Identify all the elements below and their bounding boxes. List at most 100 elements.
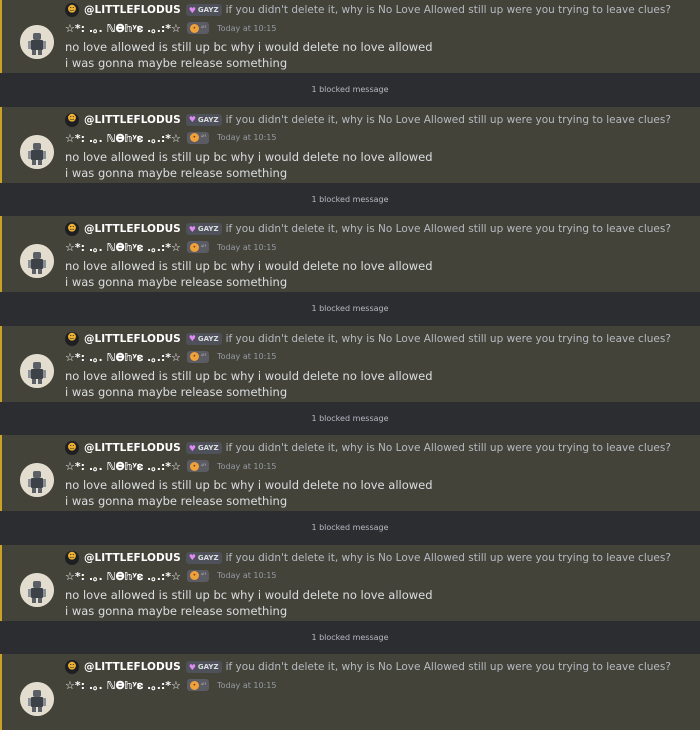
timestamp: Today at 10:15 [217, 461, 277, 471]
clan-tag-text: GAYZ [197, 553, 219, 562]
clan-tag-text: GAYZ [197, 115, 219, 124]
username[interactable]: ☆*: .｡. ℕ𝚯𝕙ʸ𝛆 .｡.:*☆ [65, 677, 181, 693]
reply-username[interactable]: @LITTLEFLODUS [84, 114, 181, 126]
username[interactable]: ☆*: .｡. ℕ𝚯𝕙ʸ𝛆 .｡.:*☆ [65, 568, 181, 584]
avatar[interactable] [20, 134, 54, 169]
message-row[interactable]: ☻ @LITTLEFLODUS ♥ GAYZ if you didn't delete … [0, 216, 700, 292]
user-badge[interactable]: • ꜜꜝꜝ [186, 679, 210, 691]
avatar[interactable] [20, 572, 54, 607]
message-text-line: i was gonna maybe release something [65, 56, 288, 70]
message-text-line: i was gonna maybe release something [65, 165, 288, 180]
reply-text[interactable]: if you didn't delete it, why is No Love … [226, 333, 671, 345]
face-icon: • [189, 23, 199, 33]
heart-icon: ♥ [188, 662, 196, 672]
reply-text[interactable]: if you didn't delete it, why is No Love … [226, 114, 671, 126]
figure-avatar-icon [20, 463, 54, 497]
badge-text: ꜜꜝꜝ [200, 353, 207, 360]
message-text-line: i was gonna maybe release something [65, 603, 288, 618]
clan-tag: ♥ GAYZ [185, 332, 222, 345]
clan-tag: ♥ GAYZ [185, 4, 222, 16]
message-header: ☆*: .｡. ℕ𝚯𝕙ʸ𝛆 .｡.:*☆ • ꜜꜝꜝ Today at 10:15 [65, 238, 276, 256]
heart-icon: ♥ [188, 553, 196, 562]
reply-username[interactable]: @LITTLEFLODUS [84, 552, 181, 564]
reply-text[interactable]: if you didn't delete it, why is No Love … [226, 552, 671, 564]
message-row[interactable]: ☻ @LITTLEFLODUS ♥ GAYZ if you didn't delete … [0, 435, 700, 511]
reply-preview[interactable]: ☻ @LITTLEFLODUS ♥ GAYZ if you didn't delete … [65, 439, 671, 457]
face-icon: • [189, 571, 199, 580]
message-row[interactable]: ☻ @LITTLEFLODUS ♥ GAYZ if you didn't delete … [0, 325, 700, 402]
badge-text: ꜜꜝꜝ [200, 24, 207, 32]
avatar[interactable] [20, 682, 54, 716]
timestamp: Today at 10:15 [217, 133, 277, 142]
message-row[interactable]: ☻ @LITTLEFLODUS ♥ GAYZ if you didn't delete … [0, 0, 700, 73]
blocked-message-notice[interactable]: 1 blocked message [0, 401, 700, 435]
reply-text[interactable]: if you didn't delete it, why is No Love … [226, 223, 671, 235]
message-text-line: no love allowed is still up bc why i wou… [65, 587, 433, 602]
reply-text[interactable]: if you didn't delete it, why is No Love … [226, 442, 671, 454]
badge-text: ꜜꜝꜝ [200, 572, 207, 579]
reply-preview[interactable]: ☻ @LITTLEFLODUS ♥ GAYZ if you didn't delete … [65, 220, 671, 238]
figure-avatar-icon [20, 244, 54, 278]
clan-tag-text: GAYZ [197, 334, 219, 343]
timestamp: Today at 10:15 [217, 242, 277, 252]
message-text-line: no love allowed is still up bc why i wou… [65, 368, 433, 383]
reply-preview[interactable]: ☻ @LITTLEFLODUS ♥ GAYZ if you didn't delete … [65, 330, 671, 348]
clan-tag: ♥ GAYZ [185, 551, 222, 564]
reply-preview[interactable]: ☻ @LITTLEFLODUS ♥ GAYZ if you didn't delete … [65, 658, 671, 676]
reply-text[interactable]: if you didn't delete it, why is No Love … [226, 661, 671, 673]
blocked-message-notice[interactable]: 1 blocked message [0, 73, 700, 107]
blocked-message-notice[interactable]: 1 blocked message [0, 182, 700, 216]
mask-icon: ☻ [65, 222, 79, 236]
user-badge[interactable]: • ꜜꜝꜝ [186, 460, 210, 472]
reply-preview[interactable]: ☻ @LITTLEFLODUS ♥ GAYZ if you didn't delete … [65, 111, 671, 129]
badge-text: ꜜꜝꜝ [200, 462, 207, 470]
timestamp: Today at 10:15 [217, 680, 277, 690]
blocked-message-notice[interactable]: 1 blocked message [0, 292, 700, 326]
blocked-message-notice[interactable]: 1 blocked message [0, 511, 700, 545]
message-feed: ☻ @LITTLEFLODUS ♥ GAYZ if you didn't delete … [0, 0, 700, 730]
user-badge[interactable]: • ꜜꜝꜝ [186, 569, 210, 582]
clan-tag-text: GAYZ [197, 6, 219, 14]
message-row[interactable]: ☻ @LITTLEFLODUS ♥ GAYZ if you didn't delete … [0, 106, 700, 183]
reply-username[interactable]: @LITTLEFLODUS [84, 4, 181, 16]
message-row[interactable]: ☻ @LITTLEFLODUS ♥ GAYZ if you didn't delete … [0, 654, 700, 730]
reply-username[interactable]: @LITTLEFLODUS [84, 223, 181, 235]
message-text-line: no love allowed is still up bc why i wou… [65, 149, 433, 164]
message-text-line: no love allowed is still up bc why i wou… [65, 40, 433, 54]
badge-text: ꜜꜝꜝ [200, 681, 207, 689]
avatar[interactable] [20, 244, 54, 278]
reply-preview[interactable]: ☻ @LITTLEFLODUS ♥ GAYZ if you didn't delete … [65, 549, 671, 567]
face-icon: • [189, 461, 199, 471]
message-header: ☆*: .｡. ℕ𝚯𝕙ʸ𝛆 .｡.:*☆ • ꜜꜝꜝ Today at 10:15 [65, 129, 276, 147]
message-text-line: no love allowed is still up bc why i wou… [65, 478, 433, 492]
avatar[interactable] [20, 25, 54, 59]
message-header: ☆*: .｡. ℕ𝚯𝕙ʸ𝛆 .｡.:*☆ • ꜜꜝꜝ Today at 10:15 [65, 676, 276, 694]
username[interactable]: ☆*: .｡. ℕ𝚯𝕙ʸ𝛆 .｡.:*☆ [65, 458, 181, 474]
avatar[interactable] [20, 463, 54, 497]
reply-text[interactable]: if you didn't delete it, why is No Love … [226, 4, 671, 16]
user-badge[interactable]: • ꜜꜝꜝ [186, 131, 210, 144]
heart-icon: ♥ [188, 115, 196, 124]
user-badge[interactable]: • ꜜꜝꜝ [186, 350, 210, 363]
face-icon: • [189, 680, 199, 690]
username[interactable]: ☆*: .｡. ℕ𝚯𝕙ʸ𝛆 .｡.:*☆ [65, 130, 181, 146]
figure-avatar-icon [20, 353, 54, 388]
avatar[interactable] [20, 353, 54, 388]
user-badge[interactable]: • ꜜꜝꜝ [186, 22, 210, 34]
mask-icon: ☻ [65, 112, 79, 127]
username[interactable]: ☆*: .｡. ℕ𝚯𝕙ʸ𝛆 .｡.:*☆ [65, 349, 181, 365]
reply-preview[interactable]: ☻ @LITTLEFLODUS ♥ GAYZ if you didn't delete … [65, 1, 671, 19]
message-text-line: i was gonna maybe release something [65, 275, 288, 289]
clan-tag: ♥ GAYZ [185, 113, 222, 126]
user-badge[interactable]: • ꜜꜝꜝ [186, 241, 210, 253]
username[interactable]: ☆*: .｡. ℕ𝚯𝕙ʸ𝛆 .｡.:*☆ [65, 20, 181, 36]
reply-username[interactable]: @LITTLEFLODUS [84, 333, 181, 345]
blocked-message-notice[interactable]: 1 blocked message [0, 620, 700, 654]
timestamp: Today at 10:15 [217, 352, 277, 361]
reply-username[interactable]: @LITTLEFLODUS [84, 442, 181, 454]
figure-avatar-icon [20, 572, 54, 607]
message-row[interactable]: ☻ @LITTLEFLODUS ♥ GAYZ if you didn't delete … [0, 544, 700, 621]
username[interactable]: ☆*: .｡. ℕ𝚯𝕙ʸ𝛆 .｡.:*☆ [65, 239, 181, 255]
clan-tag: ♥ GAYZ [185, 442, 222, 454]
reply-username[interactable]: @LITTLEFLODUS [84, 661, 181, 673]
